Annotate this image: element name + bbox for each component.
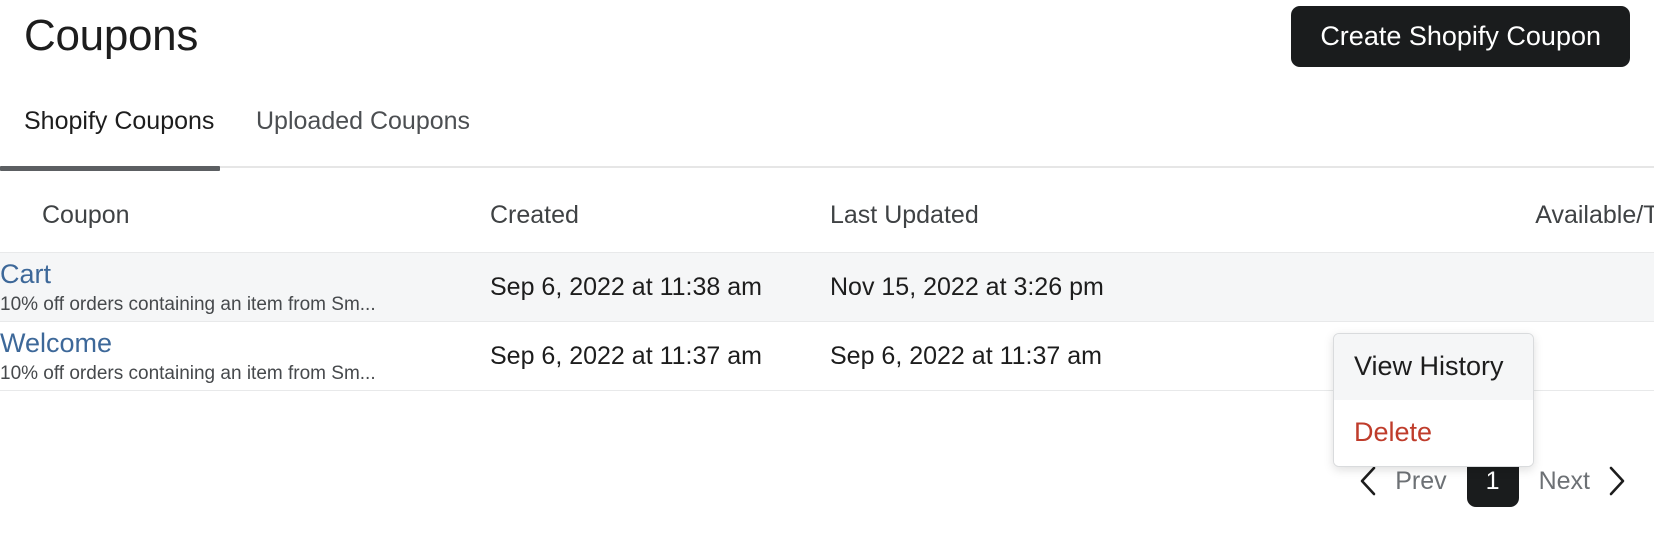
table-header-row: Coupon Created Last Updated Available/To…: [0, 170, 1654, 253]
table-head: Coupon Created Last Updated Available/To…: [0, 170, 1654, 253]
page-header: Coupons Create Shopify Coupon: [0, 0, 1654, 88]
tab-shopify-coupons[interactable]: Shopify Coupons: [0, 92, 220, 171]
column-header-available-total: Available/Total: [1535, 201, 1654, 229]
chevron-right-icon[interactable]: [1604, 464, 1630, 498]
cell-coupon: Welcome 10% off orders containing an ite…: [0, 322, 490, 391]
table-row[interactable]: Cart 10% off orders containing an item f…: [0, 252, 1654, 322]
tab-uploaded-coupons-label: Uploaded Coupons: [256, 107, 471, 135]
cell-created: Sep 6, 2022 at 11:37 am: [490, 342, 762, 370]
coupon-description: 10% off orders containing an item from S…: [0, 294, 376, 315]
tab-bar: Shopify Coupons Uploaded Coupons: [0, 92, 1654, 171]
cell-available-total: 1991 / 16977: [1335, 253, 1654, 322]
menu-item-view-history[interactable]: View History: [1334, 334, 1533, 400]
coupon-name-link[interactable]: Cart: [0, 258, 490, 291]
create-shopify-coupon-button[interactable]: Create Shopify Coupon: [1291, 6, 1630, 67]
chevron-left-icon[interactable]: [1355, 464, 1381, 498]
coupon-description: 10% off orders containing an item from S…: [0, 363, 376, 384]
pagination-prev-button[interactable]: Prev: [1381, 466, 1460, 496]
cell-created: Sep 6, 2022 at 11:38 am: [490, 273, 762, 301]
column-header-last-updated: Last Updated: [830, 201, 979, 229]
column-header-created: Created: [490, 201, 579, 229]
cell-last-updated: Nov 15, 2022 at 3:26 pm: [830, 273, 1104, 301]
tab-uploaded-coupons[interactable]: Uploaded Coupons: [256, 92, 470, 162]
cell-coupon: Cart 10% off orders containing an item f…: [0, 253, 490, 322]
column-header-coupon: Coupon: [42, 201, 130, 229]
cell-last-updated: Sep 6, 2022 at 11:37 am: [830, 342, 1102, 370]
menu-item-delete[interactable]: Delete: [1334, 400, 1533, 466]
coupon-name-link[interactable]: Welcome: [0, 327, 490, 360]
pagination-next-button[interactable]: Next: [1525, 466, 1604, 496]
page-title: Coupons: [24, 11, 199, 60]
row-actions-dropdown-menu: View History Delete: [1333, 333, 1534, 467]
tab-shopify-coupons-label: Shopify Coupons: [24, 107, 215, 135]
